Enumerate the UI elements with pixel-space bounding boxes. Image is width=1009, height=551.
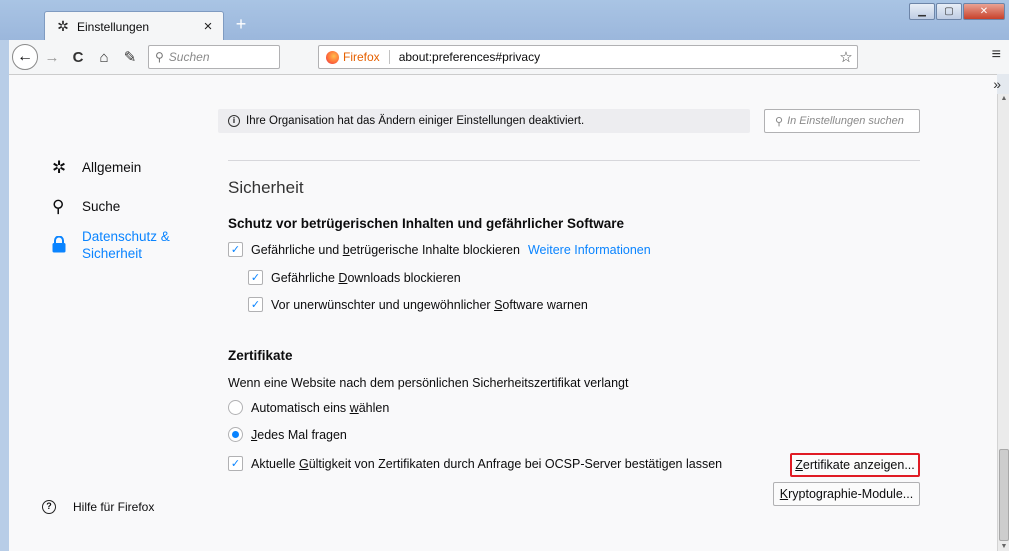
warn-software-label: Vor unerwünschter und ungewöhnlicher Sof… — [271, 297, 588, 312]
preferences-content — [9, 74, 997, 551]
block-downloads-label: Gefährliche Downloads blockieren — [271, 270, 461, 285]
forward-button[interactable]: → — [40, 49, 64, 66]
block-downloads-checkbox[interactable]: ✓ — [248, 270, 263, 285]
customize-icon[interactable]: ✎ — [118, 48, 142, 66]
sidebar-item-privacy[interactable]: Datenschutz & Sicherheit — [52, 228, 170, 262]
sidebar-item-label: Suche — [82, 199, 121, 214]
block-dangerous-checkbox[interactable]: ✓ — [228, 242, 243, 257]
ocsp-checkbox[interactable]: ✓ — [228, 456, 243, 471]
search-icon: ⚲ — [155, 50, 164, 64]
warn-software-checkbox[interactable]: ✓ — [248, 297, 263, 312]
preferences-search-placeholder: In Einstellungen suchen — [787, 115, 904, 127]
certificates-description: Wenn eine Website nach dem persönlichen … — [228, 376, 629, 390]
warn-software-row[interactable]: ✓ Vor unerwünschter und ungewöhnlicher S… — [248, 297, 588, 312]
vertical-scrollbar[interactable]: ▲ ▼ — [997, 94, 1009, 551]
search-placeholder: Suchen — [168, 50, 210, 64]
help-icon: ? — [42, 500, 56, 514]
lock-icon — [52, 235, 72, 257]
sidebar-item-label-line2: Sicherheit — [82, 246, 143, 261]
help-label: Hilfe für Firefox — [73, 500, 155, 514]
navigation-toolbar: ← → C ⌂ ✎ ⚲ Suchen Firefox about:prefere… — [9, 40, 1009, 74]
scroll-up-icon[interactable]: ▲ — [998, 95, 1009, 102]
url-separator — [388, 50, 390, 64]
sidebar-item-label: Allgemein — [82, 160, 142, 175]
info-icon: i — [228, 115, 240, 127]
ask-every-time-row[interactable]: Jedes Mal fragen — [228, 427, 347, 442]
auto-select-radio[interactable] — [228, 400, 243, 415]
preferences-search-input[interactable]: ⚲ In Einstellungen suchen — [764, 109, 920, 133]
policy-notice-text: Ihre Organisation hat das Ändern einiger… — [246, 115, 585, 127]
close-window-button[interactable]: ✕ — [963, 3, 1005, 20]
sidebar-help-link[interactable]: ? Hilfe für Firefox — [42, 500, 154, 514]
search-input[interactable]: ⚲ Suchen — [148, 45, 280, 69]
sidebar-item-label: Datenschutz & Sicherheit — [82, 228, 170, 262]
tab-settings[interactable]: ✲ Einstellungen × — [44, 11, 224, 41]
security-devices-button[interactable]: Kryptographie-Module... — [773, 482, 920, 506]
radio-selected-dot — [232, 431, 239, 438]
scrollbar-thumb[interactable] — [999, 449, 1009, 541]
auto-select-label: Automatisch eins wählen — [251, 400, 390, 415]
url-text: about:preferences#privacy — [398, 50, 541, 64]
tab-title: Einstellungen — [77, 19, 150, 34]
search-icon: ⚲ — [775, 115, 784, 128]
ask-every-time-radio[interactable] — [228, 427, 243, 442]
certificates-heading: Zertifikate — [228, 348, 293, 363]
ocsp-row[interactable]: ✓ Aktuelle Gültigkeit von Zertifikaten d… — [228, 456, 722, 471]
overflow-chevron-icon[interactable]: » — [993, 76, 1001, 92]
search-icon: ⚲ — [52, 197, 65, 216]
new-tab-button[interactable]: + — [231, 13, 251, 35]
bookmark-star-icon[interactable]: ☆ — [835, 48, 857, 66]
gear-icon: ✲ — [52, 158, 67, 177]
close-tab-icon[interactable]: × — [199, 18, 217, 35]
sidebar-item-search[interactable]: ⚲ Suche — [52, 198, 120, 216]
sidebar-item-label-line1: Datenschutz & — [82, 229, 170, 244]
window-frame — [0, 40, 9, 551]
gear-icon: ✲ — [57, 18, 69, 34]
title-bar: ✲ Einstellungen × + ▁ ▢ ✕ — [0, 0, 1009, 41]
block-dangerous-row[interactable]: ✓ Gefährliche und betrügerische Inhalte … — [228, 242, 651, 257]
hamburger-menu-icon[interactable]: ≡ — [992, 46, 1001, 64]
sidebar-item-general[interactable]: ✲ Allgemein — [52, 159, 141, 177]
maximize-button[interactable]: ▢ — [936, 3, 962, 20]
minimize-button[interactable]: ▁ — [909, 3, 935, 20]
auto-select-row[interactable]: Automatisch eins wählen — [228, 400, 389, 415]
more-info-link[interactable]: Weitere Informationen — [528, 243, 651, 257]
ask-every-time-label: Jedes Mal fragen — [251, 427, 347, 442]
reload-button[interactable]: C — [66, 49, 90, 66]
view-certificates-button[interactable]: Zertifikate anzeigen... — [790, 453, 920, 477]
protection-heading: Schutz vor betrügerischen Inhalten und g… — [228, 216, 625, 231]
section-title: Sicherheit — [228, 178, 304, 197]
identity-label: Firefox — [343, 50, 380, 64]
section-divider — [228, 160, 920, 161]
block-downloads-row[interactable]: ✓ Gefährliche Downloads blockieren — [248, 270, 461, 285]
block-dangerous-label: Gefährliche und betrügerische Inhalte bl… — [251, 242, 520, 257]
firefox-logo-icon — [326, 50, 339, 64]
scroll-down-icon[interactable]: ▼ — [998, 543, 1009, 550]
back-button[interactable]: ← — [12, 44, 38, 70]
home-button[interactable]: ⌂ — [92, 49, 116, 66]
url-bar[interactable]: Firefox about:preferences#privacy ☆ — [318, 45, 858, 69]
policy-notice: i Ihre Organisation hat das Ändern einig… — [218, 109, 750, 133]
back-arrow-icon: ← — [17, 48, 33, 65]
ocsp-label: Aktuelle Gültigkeit von Zertifikaten dur… — [251, 456, 723, 471]
window-controls: ▁ ▢ ✕ — [908, 3, 1005, 20]
